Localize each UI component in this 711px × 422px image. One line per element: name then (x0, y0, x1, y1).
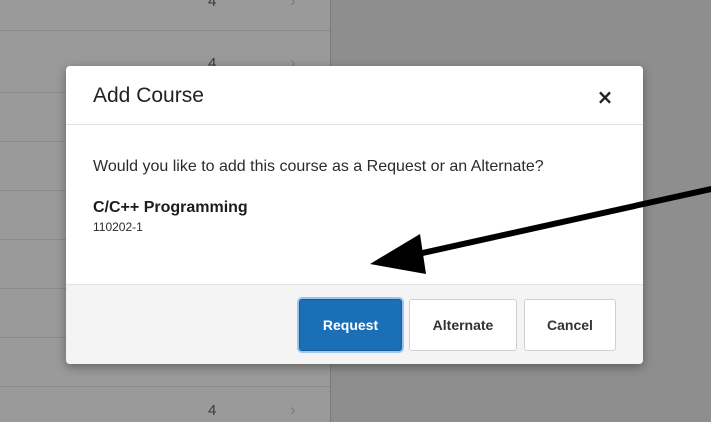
list-item-count: 4 (208, 402, 217, 419)
dialog-header: Add Course × (66, 66, 643, 125)
list-item: 4 › (0, 391, 330, 422)
close-icon[interactable]: × (592, 84, 618, 110)
course-name: C/C++ Programming (93, 199, 248, 216)
list-item: 4 › (0, 0, 330, 31)
chevron-right-icon: › (290, 0, 296, 10)
dialog-footer: Request Alternate Cancel (66, 284, 643, 364)
dialog-title: Add Course (93, 84, 204, 107)
list-item-count: 4 (208, 0, 217, 10)
cancel-button[interactable]: Cancel (524, 299, 616, 351)
add-course-dialog: Add Course × Would you like to add this … (66, 66, 643, 364)
request-button[interactable]: Request (299, 299, 402, 351)
dialog-question: Would you like to add this course as a R… (93, 158, 544, 175)
course-code: 110202-1 (93, 220, 143, 234)
chevron-right-icon: › (290, 400, 296, 419)
alternate-button[interactable]: Alternate (409, 299, 517, 351)
